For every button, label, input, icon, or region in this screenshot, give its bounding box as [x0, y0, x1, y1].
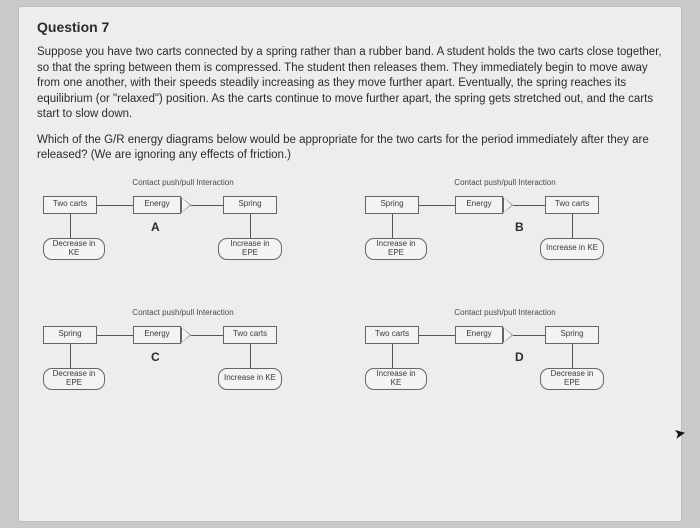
diagram-b-left-change: Increase in EPE [365, 238, 427, 260]
diagram-a-title: Contact push/pull Interaction [43, 178, 323, 187]
arrow-right-icon [182, 328, 190, 342]
arrow-right-icon [504, 198, 512, 212]
diagram-grid: Contact push/pull Interaction Two carts … [37, 178, 663, 418]
diagram-d-energy-label: Energy [455, 326, 503, 344]
connector-line [572, 344, 573, 368]
connector-line [392, 214, 393, 238]
diagram-c[interactable]: Contact push/pull Interaction Spring Ene… [43, 308, 323, 418]
diagram-a-left-change: Decrease in KE [43, 238, 105, 260]
connector-line [70, 344, 71, 368]
arrow-right-icon [504, 328, 512, 342]
question-prompt-1: Suppose you have two carts connected by … [37, 45, 663, 123]
diagram-a-right-change: Increase in EPE [218, 238, 282, 260]
diagram-b-letter: B [515, 220, 524, 234]
diagram-c-right-object: Two carts [223, 326, 277, 344]
connector-line [191, 205, 223, 206]
diagram-d-letter: D [515, 350, 524, 364]
question-title: Question 7 [37, 19, 663, 35]
diagram-b-left-object: Spring [365, 196, 419, 214]
connector-line [513, 205, 545, 206]
diagram-a-left-object: Two carts [43, 196, 97, 214]
diagram-d[interactable]: Contact push/pull Interaction Two carts … [365, 308, 645, 418]
diagram-d-left-change: Increase in KE [365, 368, 427, 390]
diagram-d-left-object: Two carts [365, 326, 419, 344]
diagram-c-right-change: Increase in KE [218, 368, 282, 390]
connector-line [513, 335, 545, 336]
diagram-a-letter: A [151, 220, 160, 234]
connector-line [250, 344, 251, 368]
diagram-b[interactable]: Contact push/pull Interaction Spring Ene… [365, 178, 645, 288]
connector-line [97, 335, 133, 336]
diagram-c-title: Contact push/pull Interaction [43, 308, 323, 317]
connector-line [419, 205, 455, 206]
diagram-c-left-change: Decrease in EPE [43, 368, 105, 390]
arrow-right-icon [182, 198, 190, 212]
diagram-d-right-object: Spring [545, 326, 599, 344]
connector-line [97, 205, 133, 206]
diagram-a[interactable]: Contact push/pull Interaction Two carts … [43, 178, 323, 288]
diagram-a-energy-label: Energy [133, 196, 181, 214]
diagram-b-title: Contact push/pull Interaction [365, 178, 645, 187]
connector-line [419, 335, 455, 336]
diagram-d-right-change: Decrease in EPE [540, 368, 604, 390]
diagram-c-left-object: Spring [43, 326, 97, 344]
diagram-c-letter: C [151, 350, 160, 364]
question-prompt-2: Which of the G/R energy diagrams below w… [37, 133, 663, 164]
cursor-icon: ➤ [673, 424, 688, 443]
diagram-b-right-change: Increase in KE [540, 238, 604, 260]
diagram-d-title: Contact push/pull Interaction [365, 308, 645, 317]
connector-line [572, 214, 573, 238]
diagram-b-energy-label: Energy [455, 196, 503, 214]
connector-line [392, 344, 393, 368]
diagram-c-energy-label: Energy [133, 326, 181, 344]
question-sheet: Question 7 Suppose you have two carts co… [18, 6, 682, 522]
connector-line [191, 335, 223, 336]
diagram-a-right-object: Spring [223, 196, 277, 214]
connector-line [70, 214, 71, 238]
diagram-b-right-object: Two carts [545, 196, 599, 214]
connector-line [250, 214, 251, 238]
